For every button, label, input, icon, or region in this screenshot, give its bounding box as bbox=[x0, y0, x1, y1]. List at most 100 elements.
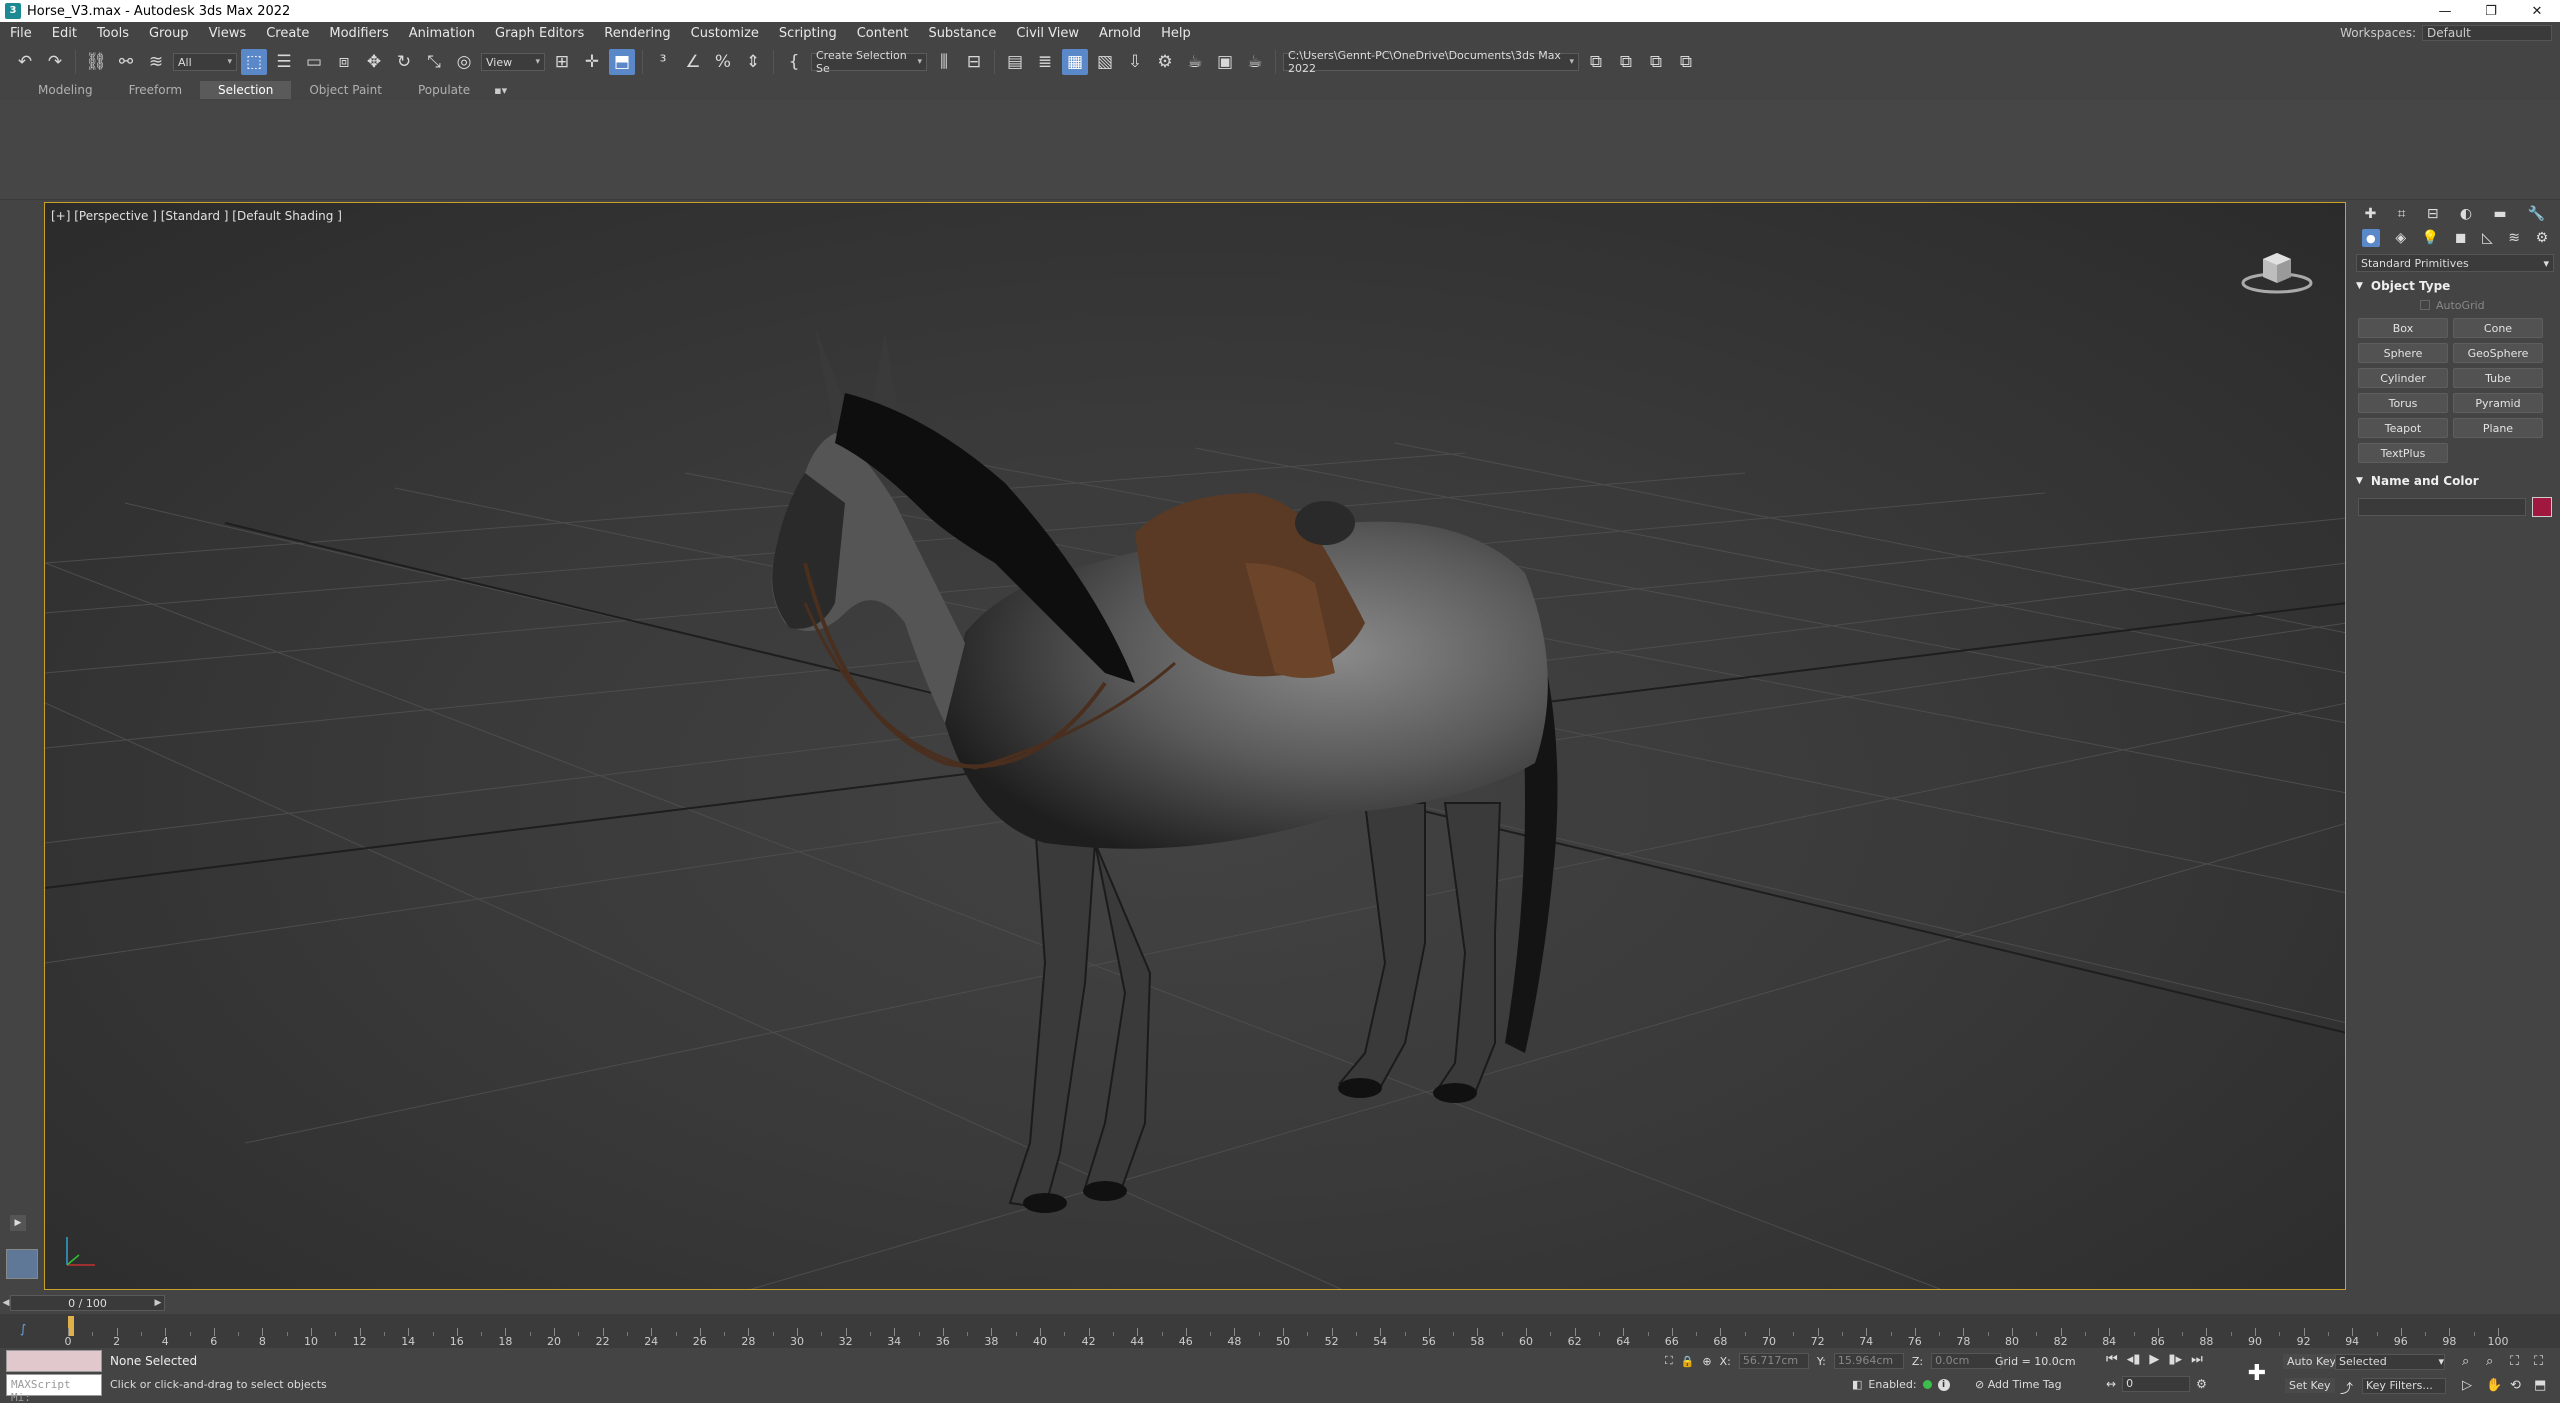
project-folder-icon[interactable]: ⧉ bbox=[1583, 49, 1609, 75]
menu-animation[interactable]: Animation bbox=[399, 26, 485, 41]
y-coordinate-field[interactable]: 15.964cm bbox=[1833, 1353, 1904, 1369]
maximize-button[interactable]: ❐ bbox=[2468, 0, 2514, 22]
menu-create[interactable]: Create bbox=[256, 26, 319, 41]
set-key-button[interactable]: Set Key bbox=[2285, 1378, 2335, 1393]
menu-arnold[interactable]: Arnold bbox=[1089, 26, 1151, 41]
zoom-extents-all-icon[interactable]: ⛶ bbox=[2534, 1354, 2543, 1369]
horse-model[interactable] bbox=[45, 203, 2346, 1290]
align-icon[interactable]: ⊟ bbox=[961, 49, 987, 75]
percent-snap-icon[interactable]: % bbox=[710, 49, 736, 75]
selection-filter-dropdown[interactable]: All ▾ bbox=[173, 53, 237, 71]
motion-tab-icon[interactable]: ◐ bbox=[2460, 206, 2472, 222]
ribbon-options-icon[interactable]: ▪▾ bbox=[494, 84, 507, 97]
time-slider[interactable]: 0 / 100 bbox=[10, 1295, 165, 1311]
material-editor-icon[interactable]: ⚙ bbox=[1152, 49, 1178, 75]
maxscript-listener-output[interactable] bbox=[6, 1350, 102, 1372]
object-name-field[interactable] bbox=[2358, 498, 2526, 516]
expand-layout-icon[interactable]: ▶ bbox=[10, 1215, 26, 1231]
curve-editor-icon[interactable]: ▧ bbox=[1092, 49, 1118, 75]
transform-mode-icon[interactable]: ⊕ bbox=[1702, 1355, 1711, 1368]
perspective-viewport[interactable]: [+] [Perspective ] [Standard ] [Default … bbox=[44, 202, 2346, 1290]
next-frame-icon[interactable]: ▮▸ bbox=[2168, 1352, 2182, 1367]
menu-group[interactable]: Group bbox=[139, 26, 199, 41]
spinner-snap-icon[interactable]: ⇕ bbox=[740, 49, 766, 75]
utilities-tab-icon[interactable]: 🔧 bbox=[2528, 206, 2545, 222]
set-keys-icon[interactable]: ✚ bbox=[2240, 1356, 2274, 1390]
window-crossing-icon[interactable]: ⧈ bbox=[331, 49, 357, 75]
cylinder-button[interactable]: Cylinder bbox=[2358, 368, 2448, 388]
menu-views[interactable]: Views bbox=[199, 26, 257, 41]
menu-file[interactable]: File bbox=[0, 26, 42, 41]
track-bar[interactable]: ∫ 0 2 4 6 8 10 12 14 16 18 20 22 24 26 28 30 32 34 36 38 40 4… bbox=[0, 1314, 2560, 1348]
curve-editor-mini-icon[interactable]: ∫ bbox=[20, 1322, 26, 1336]
mirror-icon[interactable]: ⫼ bbox=[931, 49, 957, 75]
time-config-icon[interactable]: ⚙ bbox=[2196, 1377, 2207, 1391]
lights-icon[interactable]: 💡 bbox=[2422, 230, 2439, 246]
cameras-icon[interactable]: ◼ bbox=[2455, 230, 2467, 246]
render-production-icon[interactable]: ☕ bbox=[1242, 49, 1268, 75]
project-save-icon[interactable]: ⧉ bbox=[1643, 49, 1669, 75]
play-icon[interactable]: ▶ bbox=[2149, 1352, 2159, 1367]
maximize-viewport-icon[interactable]: ⬒ bbox=[2534, 1378, 2546, 1393]
zoom-extents-icon[interactable]: ⛶ bbox=[2510, 1354, 2519, 1369]
tab-selection[interactable]: Selection bbox=[200, 81, 292, 99]
key-filters-button[interactable]: Key Filters... bbox=[2362, 1378, 2446, 1394]
menu-rendering[interactable]: Rendering bbox=[594, 26, 680, 41]
maxscript-mini-listener[interactable]: MAXScript Mi: bbox=[6, 1374, 102, 1403]
menu-edit[interactable]: Edit bbox=[42, 26, 87, 41]
systems-icon[interactable]: ⚙ bbox=[2536, 230, 2549, 246]
render-setup-icon[interactable]: ☕ bbox=[1182, 49, 1208, 75]
create-tab-icon[interactable]: ✚ bbox=[2365, 206, 2377, 222]
menu-content[interactable]: Content bbox=[847, 26, 919, 41]
select-object-icon[interactable]: ⬚ bbox=[241, 49, 267, 75]
select-by-name-icon[interactable]: ☰ bbox=[271, 49, 297, 75]
menu-graph-editors[interactable]: Graph Editors bbox=[485, 26, 594, 41]
workspaces-dropdown[interactable]: Default bbox=[2422, 25, 2552, 41]
cone-button[interactable]: Cone bbox=[2453, 318, 2543, 338]
zoom-all-icon[interactable]: ⌕ bbox=[2486, 1354, 2493, 1369]
angle-snap-icon[interactable]: ∠ bbox=[680, 49, 706, 75]
isolate-icon[interactable]: ⛶ bbox=[1665, 1354, 1673, 1368]
orbit-icon[interactable]: ⟲ bbox=[2510, 1378, 2521, 1393]
x-coordinate-field[interactable]: 56.717cm bbox=[1738, 1353, 1809, 1369]
primitives-dropdown[interactable]: Standard Primitives ▾ bbox=[2356, 254, 2554, 272]
project-path-dropdown[interactable]: C:\Users\Gennt-PC\OneDrive\Documents\3ds… bbox=[1283, 49, 1579, 75]
teapot-button[interactable]: Teapot bbox=[2358, 418, 2448, 438]
menu-substance[interactable]: Substance bbox=[918, 26, 1006, 41]
keyboard-shortcut-override-icon[interactable]: ⬒ bbox=[609, 49, 635, 75]
select-scale-icon[interactable]: ⤡ bbox=[421, 49, 447, 75]
add-time-tag[interactable]: ⊘ Add Time Tag bbox=[1975, 1378, 2062, 1391]
object-color-swatch[interactable] bbox=[2532, 497, 2552, 517]
key-mode-dropdown[interactable]: Selected ▾ bbox=[2335, 1354, 2445, 1370]
minimize-button[interactable]: — bbox=[2422, 0, 2468, 22]
enabled-status-icon[interactable] bbox=[1922, 1380, 1932, 1389]
info-icon[interactable]: i bbox=[1937, 1378, 1950, 1391]
sphere-button[interactable]: Sphere bbox=[2358, 343, 2448, 363]
object-type-rollout[interactable]: ▼ Object Type bbox=[2356, 276, 2554, 296]
modify-tab-icon[interactable]: ⌗ bbox=[2398, 206, 2406, 222]
display-tab-icon[interactable]: ▬ bbox=[2493, 206, 2506, 222]
spacewarps-icon[interactable]: ≋ bbox=[2508, 230, 2520, 246]
rectangular-selection-icon[interactable]: ▭ bbox=[301, 49, 327, 75]
pan-icon[interactable]: ✋ bbox=[2486, 1378, 2502, 1393]
close-button[interactable]: ✕ bbox=[2514, 0, 2560, 22]
textplus-button[interactable]: TextPlus bbox=[2358, 443, 2448, 463]
default-in-out-tangents-icon[interactable]: ⤴ bbox=[2340, 1378, 2353, 1397]
torus-button[interactable]: Torus bbox=[2358, 393, 2448, 413]
menu-modifiers[interactable]: Modifiers bbox=[319, 26, 398, 41]
project-open-icon[interactable]: ⧉ bbox=[1613, 49, 1639, 75]
snaps-toggle-icon[interactable]: ³ bbox=[650, 49, 676, 75]
pivot-center-icon[interactable]: ⊞ bbox=[549, 49, 575, 75]
hierarchy-tab-icon[interactable]: ⊟ bbox=[2427, 206, 2439, 222]
tab-freeform[interactable]: Freeform bbox=[111, 81, 200, 99]
edit-named-selection-icon[interactable]: { bbox=[781, 49, 807, 75]
bind-spacewarp-icon[interactable]: ≋ bbox=[143, 49, 169, 75]
shapes-icon[interactable]: ◈ bbox=[2395, 230, 2406, 246]
go-to-end-icon[interactable]: ⏭ bbox=[2191, 1352, 2203, 1367]
pyramid-button[interactable]: Pyramid bbox=[2453, 393, 2543, 413]
select-rotate-icon[interactable]: ↻ bbox=[391, 49, 417, 75]
key-mode-icon[interactable]: ↔ bbox=[2106, 1377, 2116, 1391]
menu-tools[interactable]: Tools bbox=[87, 26, 139, 41]
time-slider-next-icon[interactable]: ▶ bbox=[152, 1295, 164, 1311]
viewport-layout-thumbnail[interactable] bbox=[6, 1249, 38, 1279]
